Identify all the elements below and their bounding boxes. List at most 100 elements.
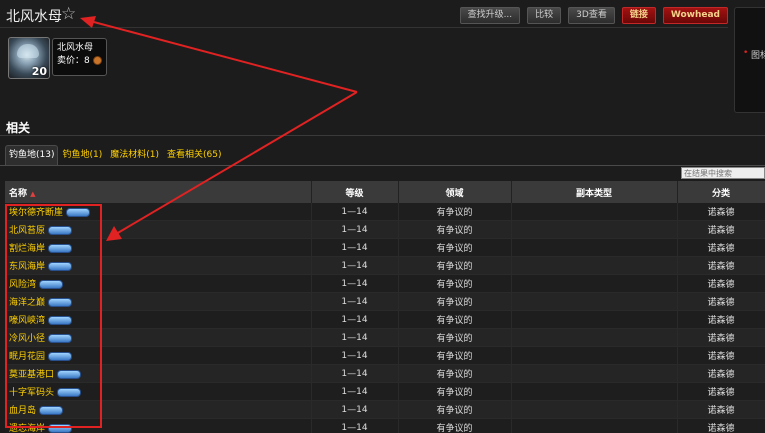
- wowhead-button[interactable]: Wowhead: [662, 7, 728, 24]
- category-cell[interactable]: 诺森德: [677, 364, 765, 383]
- category-cell[interactable]: 诺森德: [677, 203, 765, 221]
- level-cell: 1—14: [311, 418, 399, 433]
- instance-type-cell: [511, 364, 678, 383]
- item-stack-count: 20: [31, 65, 47, 78]
- realm-cell: 有争议的: [398, 400, 512, 419]
- table-row[interactable]: 埃尔德齐断崖 1—14 有争议的 诺森德: [5, 203, 765, 221]
- instance-type-cell: [511, 203, 678, 221]
- category-cell[interactable]: 诺森德: [677, 328, 765, 347]
- category-cell[interactable]: 诺森德: [677, 310, 765, 329]
- category-link[interactable]: 诺森德: [707, 388, 734, 398]
- sell-price-value: 8: [84, 56, 90, 66]
- results-table-container: 名称 ▲ 等级 领域 副本类型 分类 埃尔德齐断崖 1—14 有争议的 诺森德 北风苔原…: [5, 181, 765, 433]
- tab-enchanting-materials[interactable]: 魔法材料(1): [106, 145, 163, 165]
- instance-type-cell: [511, 400, 678, 419]
- instance-type-cell: [511, 382, 678, 401]
- column-header-name[interactable]: 名称 ▲: [5, 181, 312, 203]
- table-row[interactable]: 冷风小径 1—14 有争议的 诺森德: [5, 328, 765, 347]
- category-cell[interactable]: 诺森德: [677, 292, 765, 311]
- category-link[interactable]: 诺森德: [707, 226, 734, 236]
- category-cell[interactable]: 诺森德: [677, 274, 765, 293]
- table-row[interactable]: 东风海岸 1—14 有争议的 诺森德: [5, 256, 765, 275]
- sort-asc-icon: ▲: [30, 189, 36, 198]
- column-header-category[interactable]: 分类: [677, 181, 765, 203]
- table-row[interactable]: 北风苔原 1—14 有争议的 诺森德: [5, 220, 765, 239]
- column-header-instance-type[interactable]: 副本类型: [511, 181, 678, 203]
- category-cell[interactable]: 诺森德: [677, 220, 765, 239]
- tab-view-related[interactable]: 查看相关(65): [163, 145, 225, 165]
- tab-fishing-spots[interactable]: 钓鱼地(13): [5, 145, 59, 165]
- copper-coin-icon: [92, 56, 102, 65]
- search-results-input[interactable]: [681, 167, 765, 179]
- level-cell: 1—14: [311, 203, 399, 221]
- realm-cell: 有争议的: [398, 328, 512, 347]
- side-panel: • 图标: [734, 7, 765, 113]
- category-link[interactable]: 诺森德: [707, 424, 734, 433]
- tabs-divider: [0, 165, 765, 166]
- instance-type-cell: [511, 274, 678, 293]
- annotation-arrow-to-title: [89, 20, 358, 93]
- find-upgrade-button[interactable]: 查找升级...: [459, 7, 521, 24]
- level-cell: 1—14: [311, 238, 399, 257]
- category-link[interactable]: 诺森德: [707, 262, 734, 272]
- tab-fishing-spot[interactable]: 钓鱼地(1): [58, 145, 106, 165]
- category-cell[interactable]: 诺森德: [677, 400, 765, 419]
- table-row[interactable]: 血月岛 1—14 有争议的 诺森德: [5, 400, 765, 419]
- instance-type-cell: [511, 310, 678, 329]
- compare-button[interactable]: 比较: [527, 7, 562, 24]
- column-header-realm[interactable]: 领域: [398, 181, 512, 203]
- tooltip-item-name: 北风水母: [57, 43, 94, 53]
- category-cell[interactable]: 诺森德: [677, 382, 765, 401]
- category-link[interactable]: 诺森德: [707, 208, 734, 218]
- realm-cell: 有争议的: [398, 256, 512, 275]
- side-panel-text: 图标: [751, 51, 765, 61]
- category-link[interactable]: 诺森德: [707, 334, 734, 344]
- tooltip-sell-price: 卖价：8: [57, 55, 102, 68]
- category-cell[interactable]: 诺森德: [677, 256, 765, 275]
- table-row[interactable]: 割烂海岸 1—14 有争议的 诺森德: [5, 238, 765, 257]
- title-divider: [0, 27, 728, 28]
- realm-cell: 有争议的: [398, 220, 512, 239]
- realm-cell: 有争议的: [398, 382, 512, 401]
- table-row[interactable]: 嚎风峡湾 1—14 有争议的 诺森德: [5, 310, 765, 329]
- category-link[interactable]: 诺森德: [707, 370, 734, 380]
- table-row[interactable]: 眠月花园 1—14 有争议的 诺森德: [5, 346, 765, 365]
- category-cell[interactable]: 诺森德: [677, 346, 765, 365]
- realm-cell: 有争议的: [398, 238, 512, 257]
- table-row[interactable]: 遗忘海岸 1—14 有争议的 诺森德: [5, 418, 765, 433]
- instance-type-cell: [511, 256, 678, 275]
- category-link[interactable]: 诺森德: [707, 316, 734, 326]
- category-link[interactable]: 诺森德: [707, 352, 734, 362]
- category-link[interactable]: 诺森德: [707, 280, 734, 290]
- section-divider: [0, 135, 765, 136]
- page-title: 北风水母: [6, 9, 62, 25]
- category-cell[interactable]: 诺森德: [677, 238, 765, 257]
- level-cell: 1—14: [311, 382, 399, 401]
- table-row[interactable]: 海洋之巅 1—14 有争议的 诺森德: [5, 292, 765, 311]
- category-cell[interactable]: 诺森德: [677, 418, 765, 433]
- link-button[interactable]: 链接: [621, 7, 656, 24]
- column-header-name-label: 名称: [9, 188, 28, 199]
- realm-cell: 有争议的: [398, 274, 512, 293]
- sell-price-label: 卖价：: [57, 56, 85, 66]
- table-row[interactable]: 风险湾 1—14 有争议的 诺森德: [5, 274, 765, 293]
- category-link[interactable]: 诺森德: [707, 244, 734, 254]
- results-table: 名称 ▲ 等级 领域 副本类型 分类 埃尔德齐断崖 1—14 有争议的 诺森德 北风苔原…: [5, 181, 765, 433]
- level-cell: 1—14: [311, 256, 399, 275]
- star-icon[interactable]: ☆: [61, 4, 76, 24]
- column-header-level[interactable]: 等级: [311, 181, 399, 203]
- jellyfish-icon: [17, 44, 39, 58]
- instance-type-cell: [511, 328, 678, 347]
- view-3d-button[interactable]: 3D查看: [568, 7, 615, 24]
- category-link[interactable]: 诺森德: [707, 298, 734, 308]
- level-cell: 1—14: [311, 328, 399, 347]
- related-heading: 相关: [6, 121, 31, 135]
- table-row[interactable]: 十字军码头 1—14 有争议的 诺森德: [5, 382, 765, 401]
- instance-type-cell: [511, 292, 678, 311]
- realm-cell: 有争议的: [398, 346, 512, 365]
- instance-type-cell: [511, 220, 678, 239]
- jellyfish-item-icon[interactable]: 20: [8, 37, 50, 79]
- table-row[interactable]: 莫亚基港口 1—14 有争议的 诺森德: [5, 364, 765, 383]
- toolbar: 查找升级... 比较 3D查看 链接 Wowhead: [459, 7, 728, 24]
- category-link[interactable]: 诺森德: [707, 406, 734, 416]
